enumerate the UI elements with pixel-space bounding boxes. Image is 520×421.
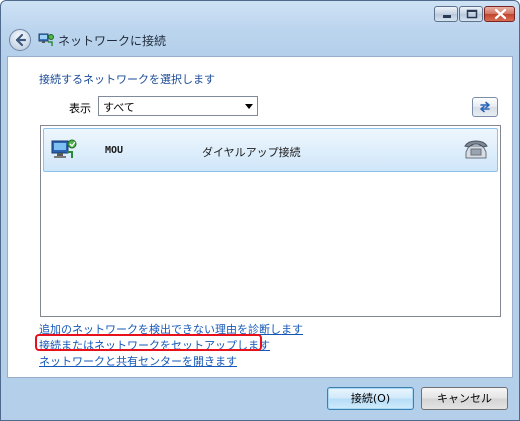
maximize-button[interactable] — [459, 6, 483, 22]
instruction-heading: 接続するネットワークを選択します — [39, 73, 215, 86]
title-bar — [1, 1, 519, 25]
maximize-icon — [466, 9, 478, 19]
cancel-button[interactable]: キャンセル — [421, 387, 508, 410]
back-arrow-icon — [15, 33, 27, 47]
network-filter-value: すべて — [103, 101, 135, 114]
minimize-button[interactable] — [434, 6, 458, 22]
close-icon — [494, 8, 507, 20]
network-name: MOU — [105, 145, 124, 156]
telephone-icon — [464, 140, 488, 159]
dialog-window: ネットワークに接続 接続するネットワークを選択します 表示 すべて MOU ダイ… — [0, 0, 520, 421]
chevron-down-icon — [245, 104, 253, 109]
sharing-center-link[interactable]: ネットワークと共有センターを開きます — [39, 353, 237, 369]
back-button[interactable] — [9, 29, 31, 51]
refresh-button[interactable] — [472, 97, 498, 117]
network-connect-icon — [38, 33, 54, 46]
network-list[interactable]: MOU ダイヤルアップ接続 — [40, 125, 501, 317]
close-button[interactable] — [484, 6, 515, 22]
header-bar: ネットワークに接続 — [1, 25, 519, 57]
network-filter-dropdown[interactable]: すべて — [98, 96, 258, 116]
network-connection-icon — [51, 139, 77, 158]
refresh-icon — [480, 101, 490, 113]
window-title: ネットワークに接続 — [58, 34, 167, 48]
show-label: 表示 — [69, 102, 91, 115]
highlight-box — [35, 334, 262, 351]
content-panel: 接続するネットワークを選択します 表示 すべて MOU ダイヤルアップ接続 追加… — [7, 56, 513, 378]
minimize-icon — [443, 15, 451, 18]
network-type: ダイヤルアップ接続 — [202, 146, 301, 159]
network-list-item[interactable]: MOU ダイヤルアップ接続 — [43, 128, 498, 172]
connect-button[interactable]: 接続(O) — [327, 387, 414, 410]
